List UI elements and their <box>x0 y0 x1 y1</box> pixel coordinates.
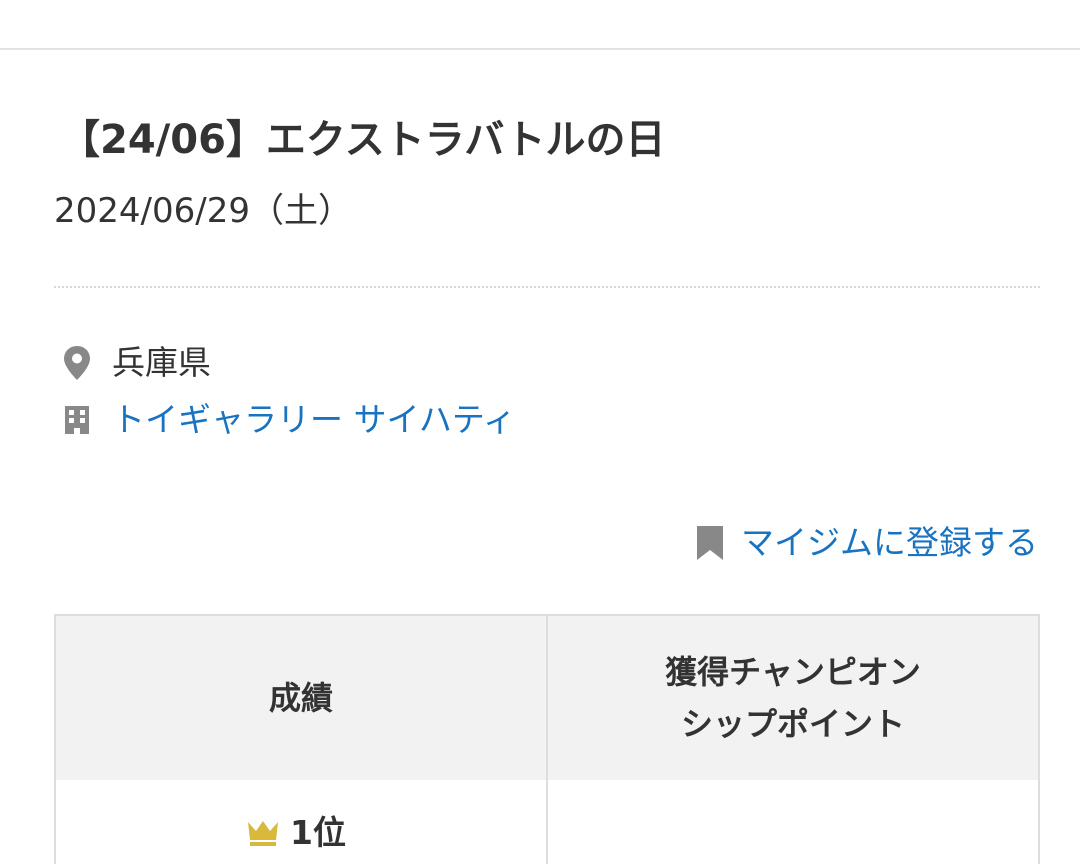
table-header-row: 成績 獲得チャンピオン シップポイント <box>56 616 1038 780</box>
crown-icon <box>246 818 280 848</box>
venue-row: トイギャラリー サイハティ <box>60 395 516 445</box>
section-divider <box>54 286 1040 288</box>
results-table: 成績 獲得チャンピオン シップポイント 1位 <box>54 614 1040 864</box>
map-pin-icon <box>60 346 94 380</box>
register-mygym-label: マイジムに登録する <box>741 523 1038 562</box>
table-row: 1位 <box>56 780 1038 864</box>
event-detail-page: 【24/06】エクストラバトルの日 2024/06/29（土） 兵庫県 トイギャ… <box>0 0 1080 864</box>
header-result: 成績 <box>268 679 333 717</box>
rank-column-cell: 1位 <box>56 780 546 864</box>
prefecture-row: 兵庫県 <box>60 338 211 388</box>
event-title: 【24/06】エクストラバトルの日 <box>60 117 666 163</box>
header-divider <box>0 48 1080 50</box>
prefecture-label: 兵庫県 <box>112 343 211 382</box>
points-column-cell <box>546 780 1038 864</box>
register-mygym-link[interactable]: マイジムに登録する <box>695 518 1038 568</box>
header-championship-points: 獲得チャンピオン シップポイント <box>546 616 1038 780</box>
bookmark-icon <box>695 523 727 563</box>
rank-cell: 1位 <box>246 808 346 858</box>
rank-value: 1位 <box>290 813 346 852</box>
venue-link[interactable]: トイギャラリー サイハティ <box>112 395 516 445</box>
event-date: 2024/06/29（土） <box>54 191 352 231</box>
building-icon <box>60 403 94 437</box>
